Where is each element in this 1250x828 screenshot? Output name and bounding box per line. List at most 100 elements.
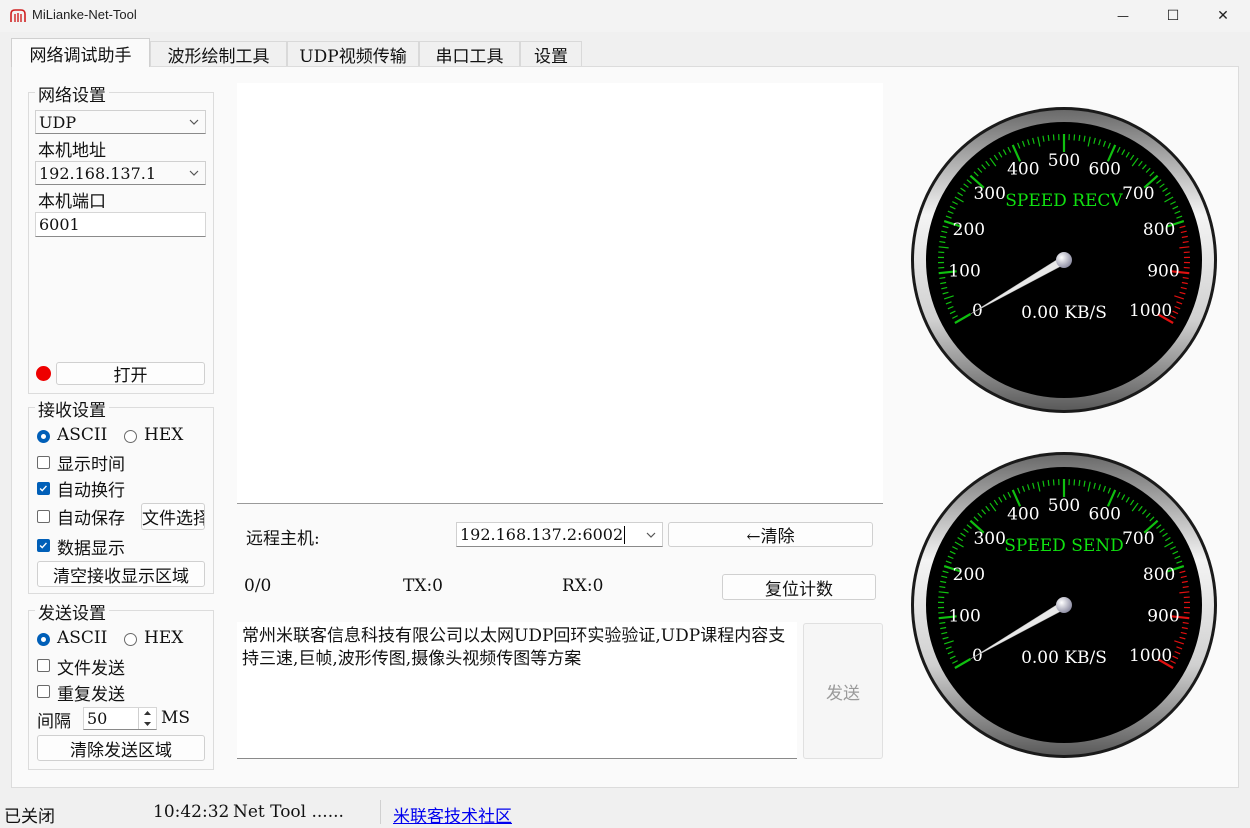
title-bar <box>0 0 1250 32</box>
receive-display-area[interactable] <box>237 83 883 504</box>
auto-wrap-checkbox[interactable] <box>37 482 50 495</box>
tx-counter: TX:0 <box>403 576 443 596</box>
app-logo-icon <box>10 9 26 22</box>
send-ascii-radio[interactable] <box>37 633 50 646</box>
gauge-tick-label: 400 <box>1007 160 1039 180</box>
tab-network-debug[interactable]: 网络调试助手 <box>11 38 150 67</box>
gauge-tick-label: 700 <box>1122 529 1154 549</box>
close-icon: ✕ <box>1217 8 1229 24</box>
show-time-checkbox[interactable] <box>37 456 50 469</box>
auto-wrap-label: 自动换行 <box>57 481 125 501</box>
local-address-select[interactable]: 192.168.137.1 <box>35 161 206 185</box>
clear-remote-button[interactable]: ←清除 <box>668 522 873 547</box>
gauge-tick-label: 100 <box>948 606 980 626</box>
show-time-label: 显示时间 <box>57 455 125 475</box>
local-port-input[interactable]: 6001 <box>35 212 206 237</box>
data-display-label: 数据显示 <box>57 539 125 559</box>
tab-udp-video[interactable]: UDP视频传输 <box>287 41 419 67</box>
gauge-minor-tick <box>1052 134 1055 141</box>
community-link[interactable]: 米联客技术社区 <box>393 802 512 827</box>
gauge-minor-tick <box>1047 479 1050 487</box>
gauge-minor-tick <box>1052 479 1055 486</box>
gauge-tick-label: 200 <box>953 565 985 585</box>
maximize-button[interactable]: ☐ <box>1148 0 1198 32</box>
send-button[interactable]: 发送 <box>803 623 883 759</box>
clear-send-button[interactable]: 清除发送区域 <box>37 735 205 761</box>
remote-host-value: 192.168.137.2:6002 <box>460 525 624 544</box>
connection-state: 已关闭 <box>4 807 55 827</box>
repeat-send-checkbox[interactable] <box>37 685 50 698</box>
send-hex-label: HEX <box>144 628 184 648</box>
data-display-checkbox[interactable] <box>37 539 50 552</box>
auto-save-checkbox[interactable] <box>37 510 50 523</box>
tab-waveform-tool[interactable]: 波形绘制工具 <box>150 41 287 67</box>
repeat-send-label: 重复发送 <box>57 685 125 705</box>
gauge-tick-label: 900 <box>1147 606 1179 626</box>
gauge-readout: 0.00 KB/S <box>1021 303 1107 323</box>
protocol-value: UDP <box>39 112 77 132</box>
gauge-tick-label: 700 <box>1122 184 1154 204</box>
interval-spinbox[interactable]: 50 <box>83 707 157 730</box>
interval-stepper[interactable] <box>138 708 156 729</box>
gauge-tick-label: 0 <box>972 301 983 321</box>
gauge-title: SPEED SEND <box>1004 536 1124 556</box>
gauge-tick-label: 1000 <box>1129 646 1172 666</box>
interval-unit: MS <box>161 708 191 728</box>
connection-status-indicator <box>36 366 51 381</box>
file-send-label: 文件发送 <box>57 659 125 679</box>
gauge-minor-tick <box>1078 479 1081 487</box>
local-address-value: 192.168.137.1 <box>39 163 157 183</box>
maximize-icon: ☐ <box>1166 8 1180 24</box>
local-address-label: 本机地址 <box>38 141 106 161</box>
file-select-button[interactable]: 文件选择 <box>141 503 205 530</box>
chevron-down-icon <box>189 170 199 176</box>
gauge-tick-label: 600 <box>1088 160 1120 180</box>
chevron-down-icon <box>189 119 199 125</box>
auto-save-label: 自动保存 <box>57 509 125 529</box>
total-counter: 0/0 <box>244 576 272 596</box>
clear-receive-button[interactable]: 清空接收显示区域 <box>37 561 205 587</box>
gauge-hub <box>1056 252 1072 268</box>
gauge-minor-tick <box>1073 134 1076 141</box>
remote-host-label: 远程主机: <box>246 529 320 549</box>
receive-ascii-label: ASCII <box>57 425 108 445</box>
send-hex-radio[interactable] <box>124 633 137 646</box>
gauge-tick-label: 200 <box>953 220 985 240</box>
status-divider <box>380 800 381 824</box>
gauge-tick-label: 400 <box>1007 505 1039 525</box>
spin-down-icon <box>144 722 151 726</box>
minimize-button[interactable]: — <box>1098 0 1148 32</box>
tab-settings[interactable]: 设置 <box>520 41 582 67</box>
receive-settings-title: 接收设置 <box>35 396 109 421</box>
reset-counter-button[interactable]: 复位计数 <box>722 574 876 600</box>
window-title: MiLianke-Net-Tool <box>32 7 137 22</box>
receive-hex-radio[interactable] <box>124 430 137 443</box>
gauge-hub <box>1056 597 1072 613</box>
send-ascii-label: ASCII <box>57 628 108 648</box>
gauge-tick-label: 300 <box>973 529 1005 549</box>
network-settings-title: 网络设置 <box>35 81 109 106</box>
gauge-readout: 0.00 KB/S <box>1021 648 1107 668</box>
protocol-select[interactable]: UDP <box>35 110 206 134</box>
receive-ascii-radio[interactable] <box>37 430 50 443</box>
close-button[interactable]: ✕ <box>1198 0 1248 32</box>
gauge-tick-label: 1000 <box>1129 301 1172 321</box>
send-settings-title: 发送设置 <box>35 599 109 624</box>
tab-serial-tool[interactable]: 串口工具 <box>419 41 520 67</box>
speed-recv-dial: 0 100 200 300400 500 600700 800 900 1000 SPEED RE… <box>911 107 1217 413</box>
open-button[interactable]: 打开 <box>56 362 205 386</box>
speed-send-gauge: 0 100 200 300 400 500 600 700 800 900 1000 SPEED SE… <box>905 452 1223 763</box>
gauge-tick-label: 500 <box>1048 151 1080 171</box>
interval-label: 间隔 <box>37 712 71 732</box>
gauge-tick-label: 800 <box>1143 565 1175 585</box>
receive-hex-label: HEX <box>144 425 184 445</box>
file-select-label: 文件选择 <box>142 509 205 529</box>
file-send-checkbox[interactable] <box>37 659 50 672</box>
remote-host-combo[interactable]: 192.168.137.2:6002 <box>456 522 663 547</box>
gauge-minor-tick <box>1078 134 1081 142</box>
speed-send-dial: 0 100 200 300400 500 600700 800 900 1000 SPEED SE… <box>911 452 1217 758</box>
send-text-area[interactable]: 常州米联客信息科技有限公司以太网UDP回环实验验证,UDP课程内容支持三速,巨帧… <box>237 622 797 759</box>
gauge-minor-tick <box>1073 479 1076 486</box>
status-time: 10:42:32 <box>153 802 230 822</box>
gauge-tick-label: 900 <box>1147 261 1179 281</box>
